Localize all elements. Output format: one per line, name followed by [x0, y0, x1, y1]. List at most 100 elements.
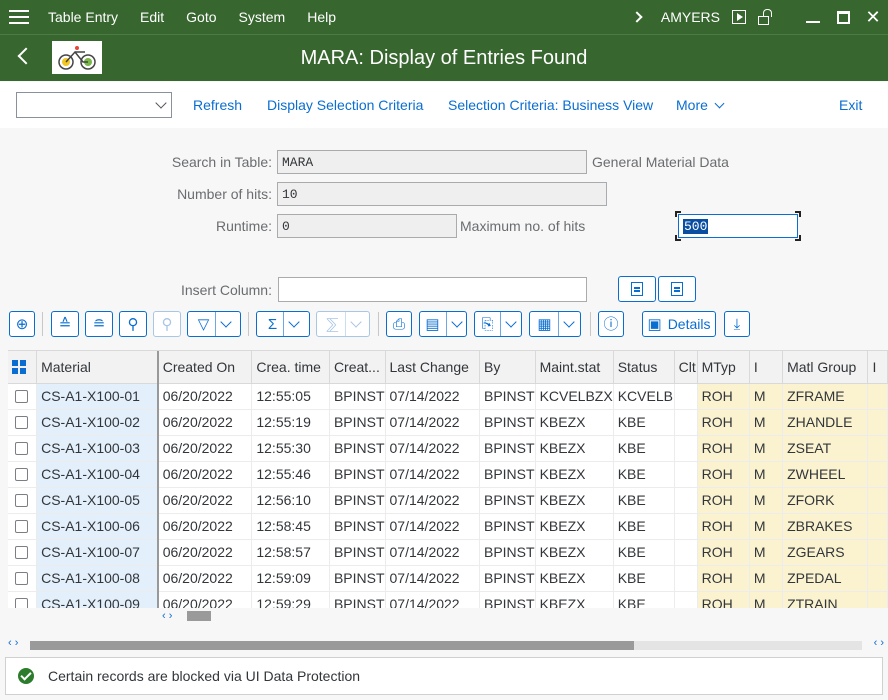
row-selector[interactable]: [8, 591, 38, 608]
sort-descending-button[interactable]: ≘: [85, 311, 113, 337]
row-checkbox[interactable]: [15, 545, 28, 559]
close-button[interactable]: ✕: [858, 0, 888, 34]
play-icon[interactable]: [732, 10, 746, 24]
find-button[interactable]: ⚲: [119, 311, 147, 337]
total-button[interactable]: Σ: [256, 311, 310, 337]
row-checkbox[interactable]: [15, 493, 28, 507]
print-button[interactable]: ⎙: [386, 311, 412, 337]
table-row[interactable]: CS-A1-X100-06 06/20/2022 12:58:45 BPINST 07/…: [8, 513, 888, 540]
display-selection-criteria-button[interactable]: Display Selection Criteria: [267, 97, 423, 113]
mini-scroll-thumb[interactable]: [187, 611, 211, 621]
table-row[interactable]: CS-A1-X100-07 06/20/2022 12:58:57 BPINST 07/…: [8, 539, 888, 566]
preview-icon: ▤: [425, 315, 440, 333]
column-header[interactable]: Crea. time: [251, 351, 330, 384]
column-header[interactable]: Matl Group: [782, 351, 869, 384]
hamburger-menu-icon[interactable]: [9, 10, 29, 24]
runtime-label: Runtime:: [215, 218, 272, 234]
table-cell: ROH: [697, 565, 750, 592]
subtotal-button: ⅀: [316, 311, 370, 337]
minimize-button[interactable]: [798, 0, 828, 34]
column-header[interactable]: Created On: [157, 351, 253, 384]
menu-system[interactable]: System: [239, 9, 286, 25]
insert-column-button[interactable]: [618, 276, 656, 302]
table-cell: [867, 565, 888, 592]
row-selector[interactable]: [8, 461, 38, 488]
chevron-down-icon: [349, 316, 362, 328]
row-selector[interactable]: [8, 435, 38, 462]
export-button[interactable]: ⎘: [474, 311, 522, 337]
row-selector[interactable]: [8, 513, 38, 540]
more-button[interactable]: More: [676, 97, 725, 113]
row-selector[interactable]: [8, 383, 38, 410]
table-cell: KBEZX: [535, 539, 614, 566]
refresh-button[interactable]: Refresh: [193, 97, 242, 113]
help-button[interactable]: ⤓: [724, 311, 750, 337]
filter-button[interactable]: ▽: [187, 311, 241, 337]
row-checkbox[interactable]: [15, 467, 28, 481]
column-header[interactable]: Clt: [674, 351, 698, 384]
search-icon: ⚲: [127, 315, 139, 333]
column-header[interactable]: Creat...: [329, 351, 386, 384]
table-row[interactable]: CS-A1-X100-09 06/20/2022 12:59:29 BPINST 07/…: [8, 591, 888, 608]
table-cell: BPINST: [329, 513, 386, 540]
column-header[interactable]: I: [749, 351, 784, 384]
row-checkbox[interactable]: [15, 415, 28, 429]
select-all-icon[interactable]: [8, 351, 38, 384]
views-button[interactable]: ▤: [419, 311, 467, 337]
unlock-icon[interactable]: [758, 9, 772, 25]
menu-table-entry[interactable]: Table Entry: [48, 9, 118, 25]
column-header[interactable]: Last Change: [385, 351, 480, 384]
mini-scroll-arrows[interactable]: ‹ ›: [162, 610, 172, 622]
table-cell: [674, 487, 698, 514]
table-cell: BPINST: [479, 487, 536, 514]
table-cell: BPINST: [329, 591, 386, 608]
zoom-button[interactable]: ⊕: [9, 311, 35, 337]
horizontal-scrollbar[interactable]: ‹ › ‹ ›: [8, 637, 884, 651]
column-header[interactable]: By: [479, 351, 536, 384]
row-selector[interactable]: [8, 539, 38, 566]
more-label: More: [676, 97, 708, 113]
column-header[interactable]: Maint.stat: [535, 351, 614, 384]
grid-layout-icon: ▦: [537, 315, 552, 333]
chevron-right-icon[interactable]: [631, 11, 643, 23]
column-header[interactable]: MTyp: [697, 351, 750, 384]
remove-column-button[interactable]: [658, 276, 696, 302]
chevron-down-icon: [504, 316, 517, 328]
column-header[interactable]: Material: [36, 351, 159, 384]
exit-button[interactable]: Exit: [839, 97, 862, 113]
scroll-arrows-left[interactable]: ‹ ›: [8, 637, 18, 649]
scroll-track[interactable]: [30, 641, 862, 650]
toolbar-select[interactable]: [16, 92, 172, 118]
table-row[interactable]: CS-A1-X100-03 06/20/2022 12:55:30 BPINST 07/…: [8, 435, 888, 462]
insert-column-input[interactable]: [278, 277, 587, 302]
row-checkbox[interactable]: [15, 389, 28, 403]
row-selector[interactable]: [8, 565, 38, 592]
table-row[interactable]: CS-A1-X100-08 06/20/2022 12:59:09 BPINST 07/…: [8, 565, 888, 592]
column-header[interactable]: Status: [613, 351, 675, 384]
table-row[interactable]: CS-A1-X100-02 06/20/2022 12:55:19 BPINST 07/…: [8, 409, 888, 436]
maximize-button[interactable]: [828, 0, 858, 34]
scroll-arrows-right[interactable]: ‹ ›: [874, 637, 884, 649]
max-hits-input[interactable]: 500: [678, 214, 798, 238]
row-checkbox[interactable]: [15, 441, 28, 455]
menu-goto[interactable]: Goto: [186, 9, 216, 25]
sort-ascending-button[interactable]: ≙: [51, 311, 79, 337]
table-row[interactable]: CS-A1-X100-05 06/20/2022 12:56:10 BPINST 07/…: [8, 487, 888, 514]
row-checkbox[interactable]: [15, 597, 28, 608]
business-view-button[interactable]: Selection Criteria: Business View: [448, 97, 653, 113]
menu-help[interactable]: Help: [307, 9, 336, 25]
column-header[interactable]: I: [867, 351, 888, 384]
details-button[interactable]: ▣ Details: [642, 311, 716, 337]
table-row[interactable]: CS-A1-X100-04 06/20/2022 12:55:46 BPINST 07/…: [8, 461, 888, 488]
row-selector[interactable]: [8, 409, 38, 436]
table-cell: KBE: [613, 461, 675, 488]
info-button[interactable]: ⓘ: [598, 311, 624, 337]
layout-button[interactable]: ▦: [529, 311, 581, 337]
menu-edit[interactable]: Edit: [140, 9, 164, 25]
row-selector[interactable]: [8, 487, 38, 514]
page-title: MARA: Display of Entries Found: [300, 47, 588, 69]
table-row[interactable]: CS-A1-X100-01 06/20/2022 12:55:05 BPINST 07/…: [8, 383, 888, 410]
row-checkbox[interactable]: [15, 519, 28, 533]
row-checkbox[interactable]: [15, 571, 28, 585]
scroll-thumb[interactable]: [30, 641, 634, 650]
